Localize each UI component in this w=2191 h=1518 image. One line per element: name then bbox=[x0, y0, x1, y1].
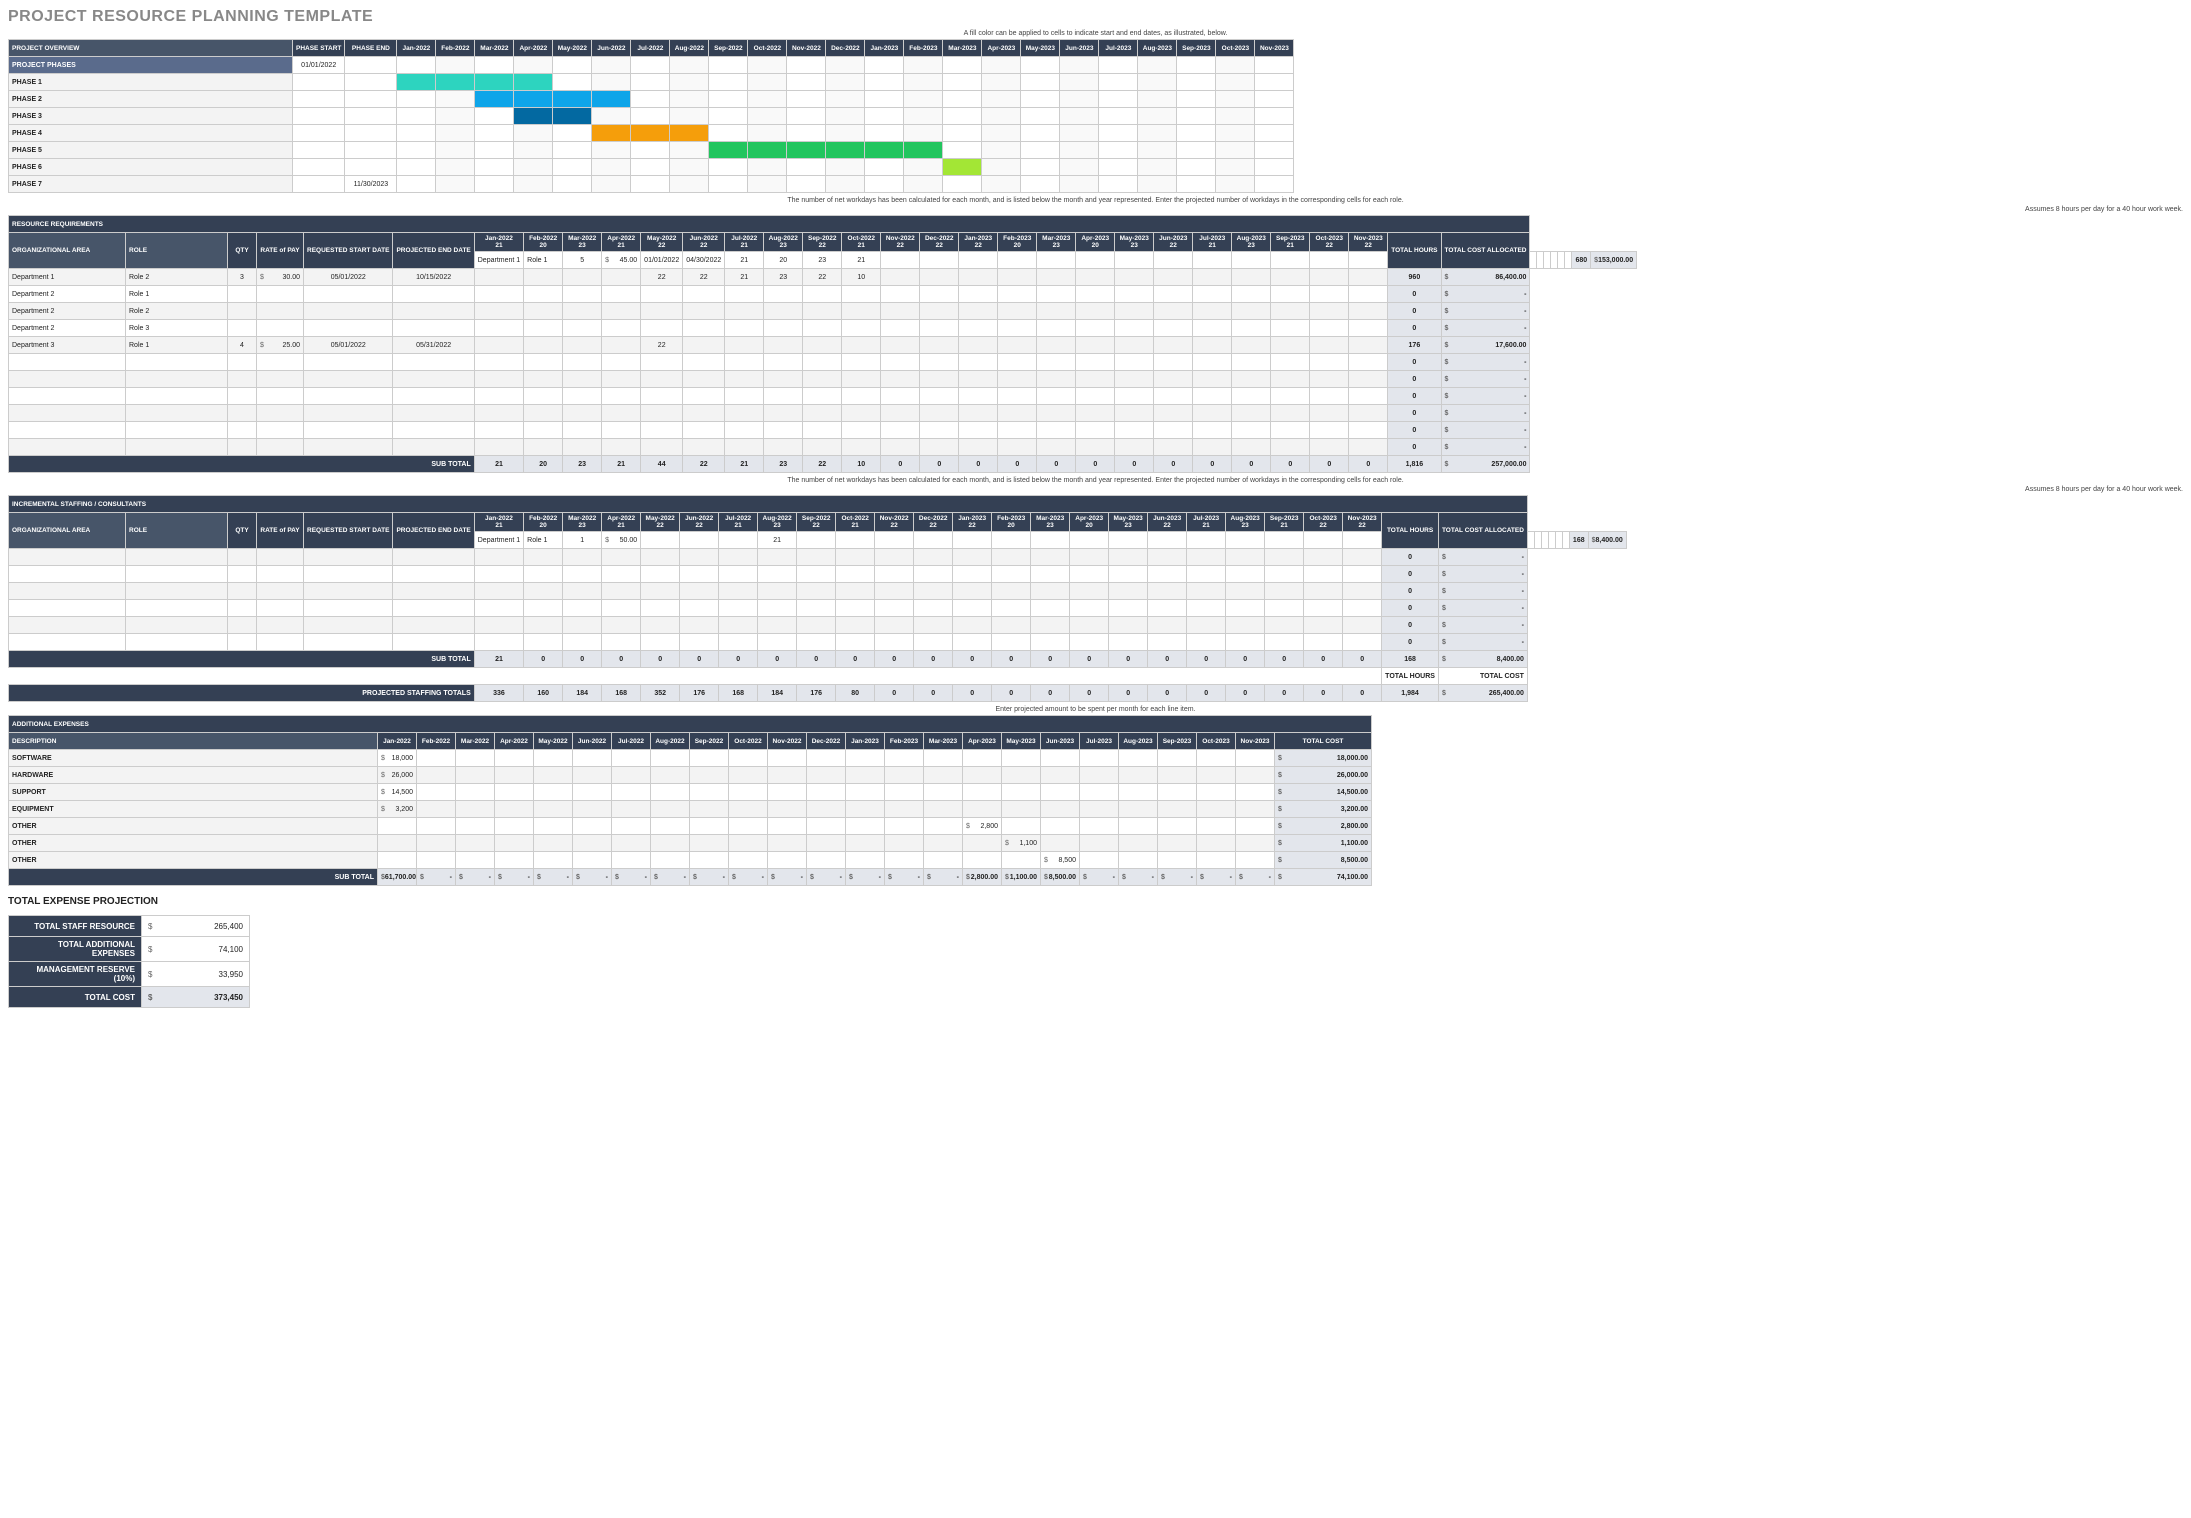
table-row[interactable]: Department 2Role 20- bbox=[9, 303, 1637, 320]
table-row[interactable]: SOFTWARE18,00018,000.00 bbox=[9, 750, 1372, 767]
total-expense-summary: TOTAL STAFF RESOURCE265,400TOTAL ADDITIO… bbox=[8, 915, 250, 1008]
table-row[interactable]: OTHER2,8002,800.00 bbox=[9, 818, 1372, 835]
table-row[interactable]: 0- bbox=[9, 439, 1637, 456]
caption-workdays: The number of net workdays has been calc… bbox=[8, 197, 2183, 204]
table-row[interactable]: OTHER1,1001,100.00 bbox=[9, 835, 1372, 852]
caption-hours: Assumes 8 hours per day for a 40 hour wo… bbox=[8, 206, 2183, 213]
page-title: PROJECT RESOURCE PLANNING TEMPLATE bbox=[8, 8, 2183, 26]
table-row[interactable]: 0- bbox=[9, 354, 1637, 371]
table-row[interactable]: HARDWARE26,00026,000.00 bbox=[9, 767, 1372, 784]
resource-requirements-table: RESOURCE REQUIREMENTSORGANIZATIONAL AREA… bbox=[8, 215, 1637, 473]
table-row[interactable]: Department 3Role 1425.0005/01/202205/31/… bbox=[9, 337, 1637, 354]
caption-workdays2: The number of net workdays has been calc… bbox=[8, 477, 2183, 484]
table-row[interactable]: 0- bbox=[9, 566, 1627, 583]
table-row[interactable]: 0- bbox=[9, 634, 1627, 651]
table-row[interactable]: 0- bbox=[9, 405, 1637, 422]
table-row[interactable]: OTHER8,5008,500.00 bbox=[9, 852, 1372, 869]
table-row[interactable]: 0- bbox=[9, 549, 1627, 566]
summary-title: TOTAL EXPENSE PROJECTION bbox=[8, 896, 2183, 907]
incremental-staffing-table: INCREMENTAL STAFFING / CONSULTANTSORGANI… bbox=[8, 495, 1627, 702]
caption-hours2: Assumes 8 hours per day for a 40 hour wo… bbox=[8, 486, 2183, 493]
table-row[interactable]: EQUIPMENT3,2003,200.00 bbox=[9, 801, 1372, 818]
table-row[interactable]: 0- bbox=[9, 371, 1637, 388]
table-row[interactable]: Department 2Role 10- bbox=[9, 286, 1637, 303]
table-row[interactable]: 0- bbox=[9, 600, 1627, 617]
table-row[interactable]: 0- bbox=[9, 422, 1637, 439]
table-row[interactable]: SUPPORT14,50014,500.00 bbox=[9, 784, 1372, 801]
table-row[interactable]: Department 1Role 2330.0005/01/202210/15/… bbox=[9, 269, 1637, 286]
table-row[interactable]: 0- bbox=[9, 388, 1637, 405]
caption-fill: A fill color can be applied to cells to … bbox=[8, 30, 2183, 37]
project-overview-table: PROJECT OVERVIEWPHASE STARTPHASE ENDJan-… bbox=[8, 39, 1294, 193]
table-row[interactable]: Department 2Role 30- bbox=[9, 320, 1637, 337]
additional-expenses-table: ADDITIONAL EXPENSESDESCRIPTIONJan-2022Fe… bbox=[8, 715, 1372, 886]
table-row[interactable]: 0- bbox=[9, 583, 1627, 600]
table-row[interactable]: 0- bbox=[9, 617, 1627, 634]
caption-expense: Enter projected amount to be spent per m… bbox=[8, 706, 2183, 713]
